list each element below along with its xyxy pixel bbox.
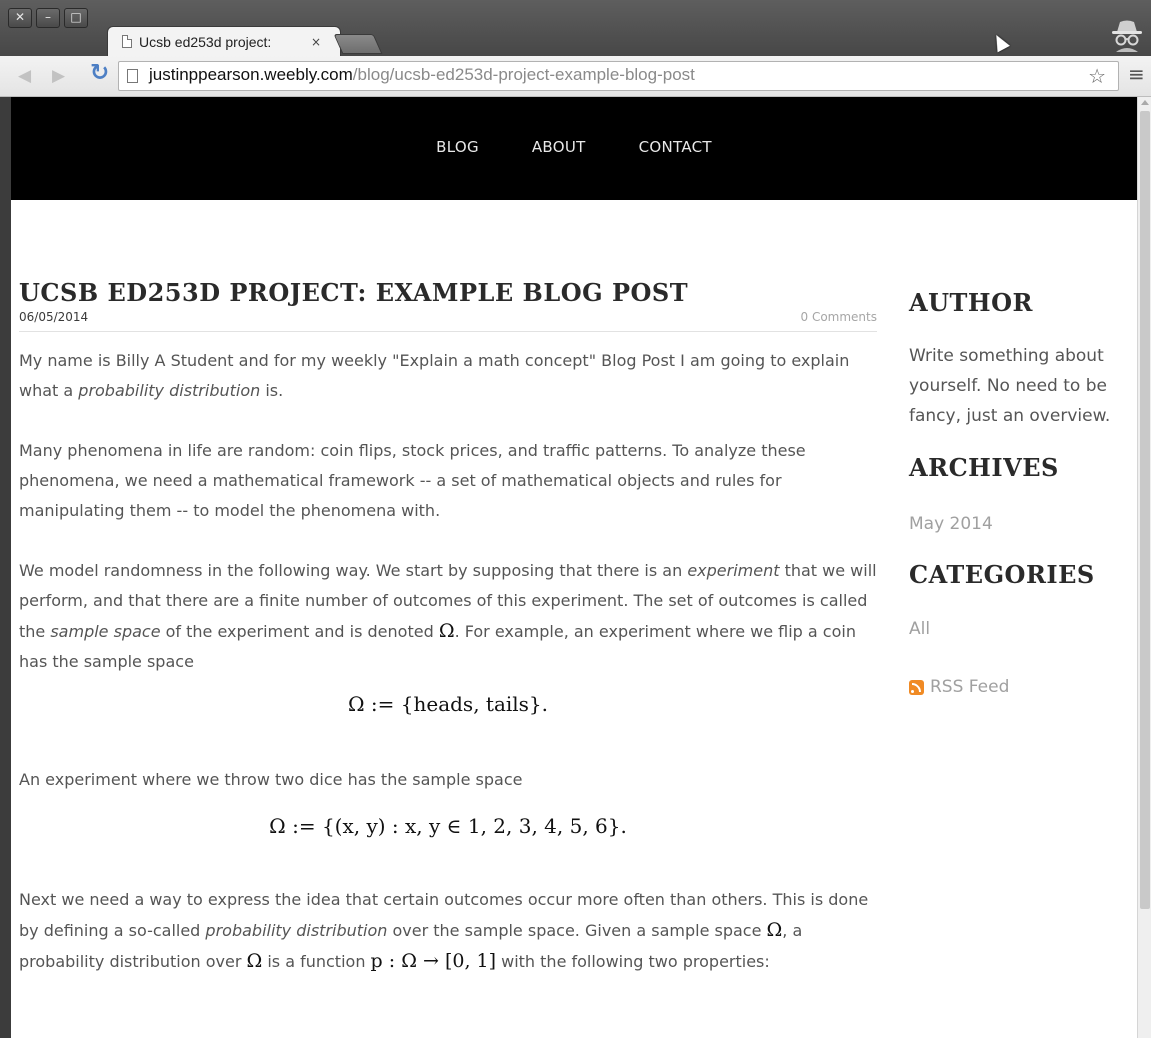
blog-post: UCSB ED253D PROJECT: EXAMPLE BLOG POST 0… bbox=[19, 277, 877, 977]
scroll-up-arrow-icon[interactable] bbox=[1141, 100, 1149, 105]
emphasis: experiment bbox=[687, 561, 780, 580]
forward-arrow-icon[interactable]: ▶ bbox=[52, 66, 65, 86]
browser-tab[interactable]: Ucsb ed253d project: × bbox=[108, 27, 340, 56]
nav-blog[interactable]: BLOG bbox=[436, 138, 479, 156]
equation-coin: Ω := {heads, tails}. bbox=[347, 692, 549, 716]
paragraph-4: An experiment where we throw two dice ha… bbox=[19, 770, 523, 789]
categories-heading: CATEGORIES bbox=[909, 560, 1095, 589]
url-host: justinppearson.weebly.com bbox=[149, 65, 353, 84]
archives-heading: ARCHIVES bbox=[909, 453, 1059, 482]
post-body: My name is Billy A Student and for my we… bbox=[19, 346, 877, 977]
rss-feed-link[interactable]: RSS Feed bbox=[909, 677, 1137, 697]
equation-dice: Ω := {(x, y) : x, y ∈ 1, 2, 3, 4, 5, 6}. bbox=[269, 814, 627, 838]
paragraph-2: Many phenomena in life are random: coin … bbox=[19, 441, 806, 520]
rss-icon bbox=[909, 679, 924, 695]
scrollbar-thumb[interactable] bbox=[1140, 111, 1150, 909]
new-tab-button[interactable] bbox=[333, 34, 383, 54]
inline-math: Ω bbox=[766, 919, 783, 941]
sidebar: AUTHOR Write something about yourself. N… bbox=[909, 288, 1137, 697]
post-date: 06/05/2014 bbox=[19, 310, 89, 324]
mouse-cursor-icon bbox=[990, 31, 1010, 53]
page-viewport: BLOG ABOUT CONTACT UCSB ED253D PROJECT: … bbox=[0, 97, 1151, 1038]
emphasis: probability distribution bbox=[78, 381, 261, 400]
comments-link[interactable]: 0 Comments bbox=[801, 310, 878, 324]
maximize-window-button[interactable]: □ bbox=[64, 8, 88, 28]
author-text: Write something about yourself. No need … bbox=[909, 346, 1111, 426]
tab-title: Ucsb ed253d project: bbox=[139, 33, 272, 50]
minimize-window-button[interactable]: – bbox=[36, 8, 60, 28]
tab-close-icon[interactable]: × bbox=[311, 35, 321, 49]
browser-toolbar: ◀ ▶ ↻ justinppearson.weebly.com/blog/ucs… bbox=[0, 56, 1151, 97]
incognito-icon bbox=[1112, 20, 1142, 52]
rss-label: RSS Feed bbox=[930, 677, 1010, 697]
browser-title-bar: ✕ – □ Ucsb ed253d project: × bbox=[0, 0, 1151, 56]
back-arrow-icon[interactable]: ◀ bbox=[18, 66, 31, 86]
window-controls: ✕ – □ bbox=[8, 8, 88, 28]
emphasis: sample space bbox=[50, 622, 161, 641]
inline-math: p : Ω → [0, 1] bbox=[370, 950, 497, 972]
inline-math: Ω bbox=[438, 620, 455, 642]
paragraph-3: We model randomness in the following way… bbox=[19, 561, 877, 671]
post-title[interactable]: UCSB ED253D PROJECT: EXAMPLE BLOG POST bbox=[19, 277, 877, 309]
emphasis: probability distribution bbox=[205, 921, 388, 940]
url-path: /blog/ucsb-ed253d-project-example-blog-p… bbox=[352, 65, 695, 84]
author-heading: AUTHOR bbox=[909, 288, 1033, 317]
paragraph-5: Next we need a way to express the idea t… bbox=[19, 890, 869, 972]
post-meta: 06/05/2014 0 Comments bbox=[19, 310, 877, 332]
url-text: justinppearson.weebly.com/blog/ucsb-ed25… bbox=[149, 65, 695, 85]
menu-hamburger-icon[interactable]: ≡ bbox=[1128, 62, 1145, 86]
site-nav: BLOG ABOUT CONTACT bbox=[11, 138, 1137, 156]
archive-link-may-2014[interactable]: May 2014 bbox=[909, 514, 1137, 534]
category-link-all[interactable]: All bbox=[909, 619, 1137, 639]
window-edge bbox=[0, 97, 11, 1038]
inline-math: Ω bbox=[246, 950, 263, 972]
page-icon bbox=[122, 35, 132, 48]
site-header: BLOG ABOUT CONTACT bbox=[11, 97, 1137, 200]
reload-icon[interactable]: ↻ bbox=[90, 60, 109, 86]
vertical-scrollbar[interactable] bbox=[1137, 97, 1151, 1038]
nav-about[interactable]: ABOUT bbox=[532, 138, 586, 156]
page-icon bbox=[127, 69, 138, 83]
nav-contact[interactable]: CONTACT bbox=[639, 138, 712, 156]
address-bar[interactable]: justinppearson.weebly.com/blog/ucsb-ed25… bbox=[118, 61, 1119, 91]
bookmark-star-icon[interactable]: ☆ bbox=[1088, 64, 1106, 88]
close-window-button[interactable]: ✕ bbox=[8, 8, 32, 28]
paragraph-1: My name is Billy A Student and for my we… bbox=[19, 351, 850, 400]
